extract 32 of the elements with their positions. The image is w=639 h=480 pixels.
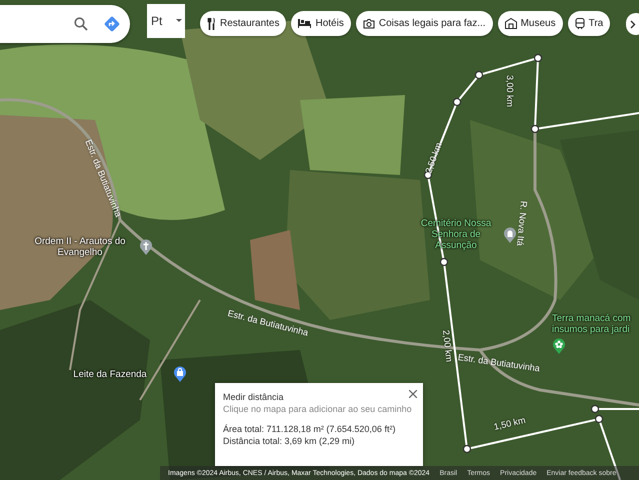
- bed-icon: [298, 19, 312, 28]
- road-label: R. Nova Itá: [515, 200, 529, 246]
- camera-icon: [362, 18, 375, 28]
- caret-icon: [176, 19, 182, 23]
- distance-label: 1,50 km: [492, 414, 526, 432]
- chevron-icon: [630, 20, 636, 28]
- place-label[interactable]: Leite da Fazenda: [50, 368, 170, 380]
- place-label[interactable]: Terra manacá com insumos para jardi: [552, 313, 639, 335]
- road-label: Estr. da Butiatuvinha: [457, 352, 540, 374]
- category-chip[interactable]: Museus: [498, 11, 563, 36]
- category-chip[interactable]: Restaurantes: [200, 11, 286, 36]
- category-chip[interactable]: Coisas legais para faz...: [356, 11, 493, 36]
- shopping-bag-icon: [173, 366, 187, 382]
- layer-button[interactable]: Pt: [147, 4, 185, 38]
- place-label[interactable]: Ordem II - Arautos do Evangelho: [24, 236, 136, 258]
- panel-hint: Clique no mapa para adicionar ao seu caminho: [223, 404, 413, 414]
- fork-knife-icon: [207, 18, 216, 30]
- train-icon: [574, 18, 585, 30]
- search-field[interactable]: [0, 5, 130, 43]
- search-icon[interactable]: [74, 17, 88, 31]
- close-icon: [409, 390, 417, 398]
- panel-title: Medir distância: [223, 392, 284, 402]
- area-total: Área total: 711.128,18 m² (7.654.520,06 ft²): [223, 424, 396, 434]
- category-chip[interactable]: Hotéis: [291, 11, 351, 36]
- distance-label: 2,50 km: [423, 141, 444, 175]
- distance-label: 2,00 km: [441, 329, 454, 362]
- distance-total: Distância total: 3,69 km (2,29 mi): [223, 436, 356, 446]
- tombstone-icon: [503, 226, 517, 242]
- flower-icon: [552, 338, 566, 354]
- cross-icon: [139, 239, 153, 255]
- building-icon: [504, 18, 517, 29]
- distance-label: 3,00 km: [505, 75, 515, 108]
